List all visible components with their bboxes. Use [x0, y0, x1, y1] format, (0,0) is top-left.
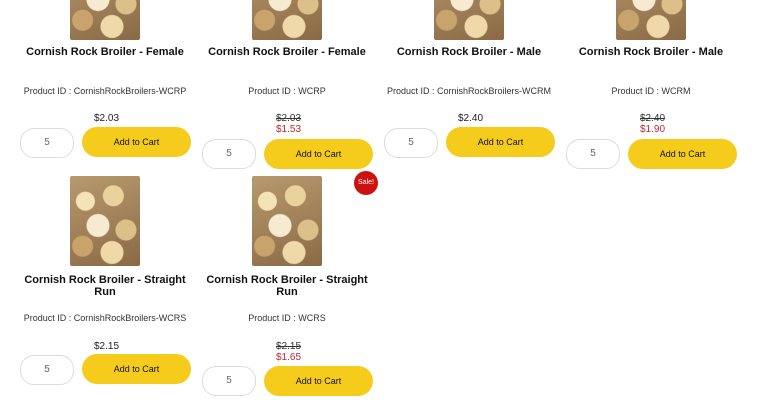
add-to-cart-button[interactable]: Add to Cart — [264, 139, 373, 169]
quantity-input[interactable]: 5 — [20, 355, 74, 385]
original-price: $2.15 — [276, 341, 302, 352]
product-image[interactable] — [252, 0, 322, 40]
product-image[interactable] — [616, 0, 686, 40]
product-image[interactable] — [70, 176, 140, 266]
product-id: Product ID : CornishRockBroilers-WCRP — [23, 86, 187, 96]
quantity-input[interactable]: 5 — [202, 139, 256, 169]
product-id: Product ID : WCRS — [248, 313, 326, 323]
quantity-input[interactable]: 5 — [202, 366, 256, 396]
product-card: Cornish Rock Broiler - Male Product ID :… — [560, 0, 742, 170]
add-to-cart-button[interactable]: Add to Cart — [82, 354, 191, 384]
product-card: Sale! Cornish Rock Broiler - Straight Ru… — [196, 171, 378, 400]
product-image[interactable] — [70, 0, 140, 40]
product-price: $2.03 — [94, 113, 120, 124]
product-card: Cornish Rock Broiler - Female Product ID… — [14, 0, 196, 170]
add-to-cart-button[interactable]: Add to Cart — [446, 127, 555, 157]
quantity-input[interactable]: 5 — [384, 128, 438, 158]
add-to-cart-button[interactable]: Add to Cart — [628, 139, 737, 169]
product-title[interactable]: Cornish Rock Broiler - Female — [14, 46, 196, 58]
product-id: Product ID : CornishRockBroilers-WCRS — [23, 313, 187, 323]
add-to-cart-button[interactable]: Add to Cart — [82, 127, 191, 157]
product-title[interactable]: Cornish Rock Broiler - Straight Run — [196, 274, 378, 298]
product-title[interactable]: Cornish Rock Broiler - Male — [378, 46, 560, 58]
product-price: $2.40 — [458, 113, 484, 124]
product-id: Product ID : WCRP — [248, 86, 326, 96]
original-price: $2.03 — [276, 113, 302, 124]
sale-price: $1.65 — [276, 352, 302, 363]
product-title[interactable]: Cornish Rock Broiler - Straight Run — [14, 274, 196, 298]
product-title[interactable]: Cornish Rock Broiler - Female — [196, 46, 378, 58]
product-card: Cornish Rock Broiler - Straight Run Prod… — [14, 176, 196, 400]
quantity-input[interactable]: 5 — [20, 128, 74, 158]
product-title[interactable]: Cornish Rock Broiler - Male — [560, 46, 742, 58]
product-card: Cornish Rock Broiler - Female Product ID… — [196, 0, 378, 170]
product-price: $2.15 — [94, 341, 120, 352]
product-id: Product ID : CornishRockBroilers-WCRM — [386, 86, 552, 96]
product-id: Product ID : WCRM — [611, 86, 691, 96]
sale-badge: Sale! — [354, 171, 378, 195]
add-to-cart-button[interactable]: Add to Cart — [264, 366, 373, 396]
product-card: Cornish Rock Broiler - Male Product ID :… — [378, 0, 560, 170]
quantity-input[interactable]: 5 — [566, 139, 620, 169]
sale-price: $1.53 — [276, 124, 302, 135]
sale-price: $1.90 — [640, 124, 666, 135]
original-price: $2.40 — [640, 113, 666, 124]
product-image[interactable] — [252, 176, 322, 266]
product-image[interactable] — [434, 0, 504, 40]
